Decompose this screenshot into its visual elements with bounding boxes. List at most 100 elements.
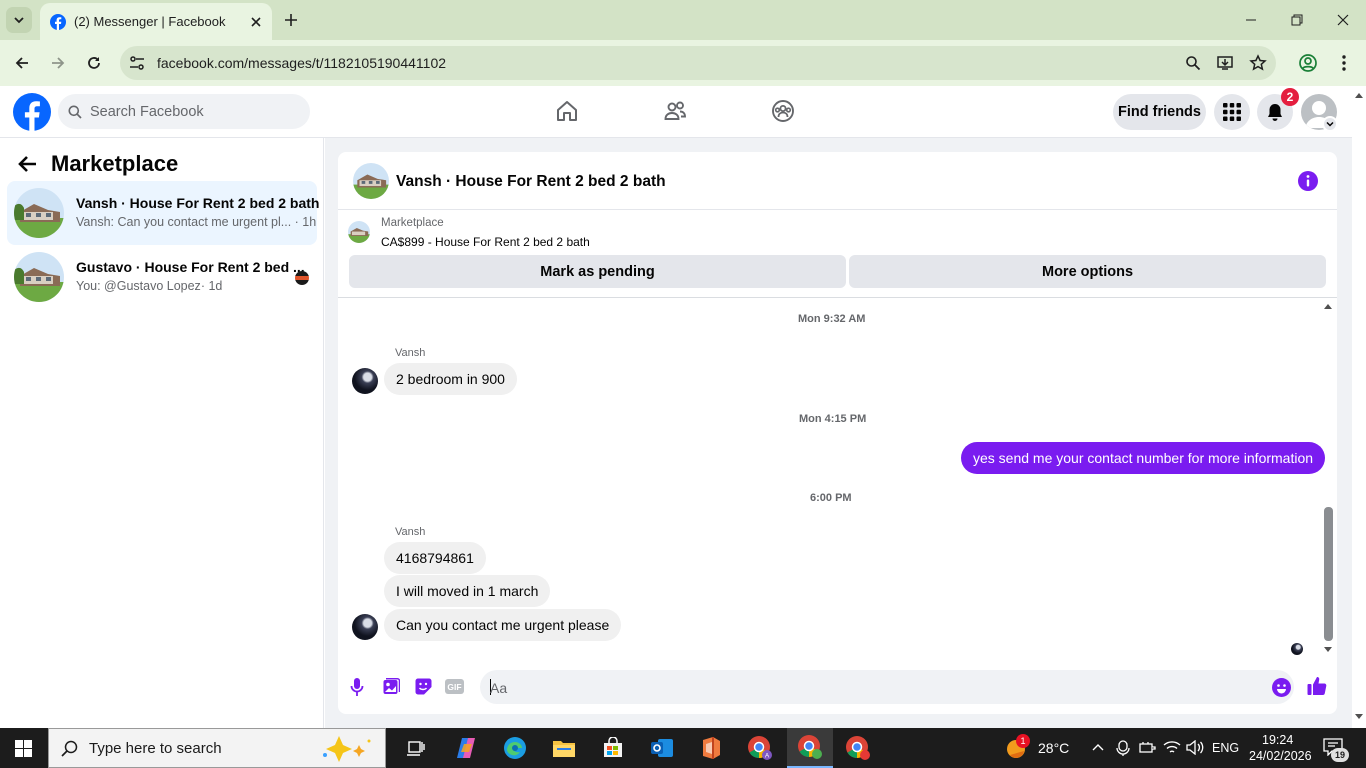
new-tab-button[interactable]: [282, 11, 300, 29]
my-message-bubble[interactable]: yes send me your contact number for more…: [961, 442, 1326, 474]
weather-temperature[interactable]: 28°C: [1038, 740, 1069, 756]
facebook-logo[interactable]: [13, 93, 51, 131]
search-icon: [61, 740, 78, 757]
minimize-button[interactable]: [1228, 0, 1274, 40]
volume-icon[interactable]: [1186, 740, 1204, 755]
taskbar-app-copilot[interactable]: [450, 732, 482, 764]
zoom-icon[interactable]: [1185, 55, 1201, 71]
find-friends-button[interactable]: Find friends: [1113, 94, 1206, 130]
message-sender: Vansh: [395, 526, 426, 538]
minimize-icon: [1246, 19, 1256, 21]
install-app-icon[interactable]: [1216, 54, 1234, 72]
conversation-item-vansh[interactable]: Vansh · House For Rent 2 bed 2 bath Vans…: [7, 181, 319, 245]
conversation-item-gustavo[interactable]: Gustavo · House For Rent 2 bed ... You: …: [7, 245, 317, 309]
nav-friends[interactable]: [660, 96, 690, 126]
friends-icon: [664, 101, 686, 120]
clock-time[interactable]: 19:24: [1262, 733, 1293, 747]
wifi-icon[interactable]: [1163, 740, 1181, 755]
message-input[interactable]: Aa: [480, 670, 1294, 704]
more-options-button[interactable]: More options: [849, 255, 1326, 288]
scroll-up-icon[interactable]: [1355, 92, 1363, 98]
language-indicator[interactable]: ENG: [1212, 741, 1239, 755]
close-tab-icon[interactable]: [250, 16, 262, 28]
taskbar-app-chrome-profile-c[interactable]: [842, 732, 874, 764]
bookmark-star-icon[interactable]: [1249, 54, 1267, 72]
conversation-info-button[interactable]: [1298, 171, 1318, 191]
sidebar-title: Marketplace: [51, 151, 179, 176]
chrome-icon: [798, 735, 822, 759]
arrow-left-icon: [18, 156, 36, 172]
taskbar-app-chrome-profile-a[interactable]: A: [744, 732, 776, 764]
start-button[interactable]: [15, 740, 32, 757]
page-scrollbar[interactable]: [1352, 86, 1366, 728]
taskbar-app-office[interactable]: [695, 732, 727, 764]
tab-title: (2) Messenger | Facebook: [74, 14, 226, 29]
store-icon: [604, 737, 622, 757]
chat-scrollbar-thumb[interactable]: [1324, 507, 1333, 641]
emoji-icon[interactable]: [1272, 678, 1291, 697]
scroll-down-icon[interactable]: [1355, 714, 1363, 720]
back-button[interactable]: [8, 49, 36, 77]
taskbar-app-edge[interactable]: [499, 732, 531, 764]
attach-media-button[interactable]: [383, 678, 400, 695]
search-placeholder: Search Facebook: [90, 104, 204, 120]
scroll-up-icon[interactable]: [1323, 302, 1333, 310]
taskbar-app-outlook[interactable]: [646, 732, 678, 764]
listing-thumbnail: [14, 252, 64, 302]
nav-groups[interactable]: [768, 96, 798, 126]
restore-icon: [1291, 14, 1303, 26]
restore-button[interactable]: [1274, 0, 1320, 40]
taskbar-search[interactable]: Type here to search: [48, 728, 386, 768]
mark-as-pending-button[interactable]: Mark as pending: [349, 255, 846, 288]
message-bubble[interactable]: 2 bedroom in 900: [384, 363, 517, 395]
listing-thumbnail: [14, 188, 64, 238]
gif-button[interactable]: GIF: [445, 679, 464, 694]
message-timestamp: Mon 9:32 AM: [798, 313, 866, 325]
browser-menu-button[interactable]: [1330, 49, 1358, 77]
taskbar-search-placeholder: Type here to search: [89, 740, 222, 757]
marketplace-sidebar: Marketplace Vansh · House For Rent 2 bed…: [0, 138, 324, 728]
back-button[interactable]: [17, 153, 39, 175]
taskbar-app-chrome-active[interactable]: [787, 728, 833, 768]
edge-icon: [504, 737, 526, 759]
sticker-button[interactable]: [415, 678, 432, 695]
message-timestamp: 6:00 PM: [810, 492, 852, 504]
like-button[interactable]: [1307, 676, 1327, 696]
message-bubble[interactable]: I will moved in 1 march: [384, 575, 551, 607]
clock-date[interactable]: 24/02/2026: [1249, 749, 1312, 763]
message-bubble[interactable]: 4168794861: [384, 542, 486, 574]
nav-home[interactable]: [552, 96, 582, 126]
battery-plug-icon[interactable]: [1139, 741, 1157, 754]
account-dropdown[interactable]: [1322, 116, 1338, 132]
show-hidden-icons-icon[interactable]: [1092, 743, 1104, 751]
conversation-preview-text: You: @Gustavo Lopez: [76, 279, 201, 293]
profile-button[interactable]: [1294, 49, 1322, 77]
message-bubble[interactable]: Can you contact me urgent please: [384, 609, 622, 641]
close-icon: [1337, 14, 1349, 26]
address-bar[interactable]: facebook.com/messages/t/1182105190441102: [120, 46, 1276, 80]
sender-avatar[interactable]: [352, 368, 378, 394]
reload-button[interactable]: [80, 49, 108, 77]
chat-title[interactable]: Vansh · House For Rent 2 bed 2 bath: [396, 173, 666, 191]
browser-tab[interactable]: (2) Messenger | Facebook: [40, 3, 272, 40]
profile-icon: [1299, 54, 1317, 72]
listing-price-title[interactable]: CA$899 - House For Rent 2 bed 2 bath: [381, 235, 590, 249]
tab-search-button[interactable]: [6, 7, 32, 33]
taskbar-app-file-explorer[interactable]: [548, 732, 580, 764]
image-icon: [383, 678, 400, 694]
sender-avatar[interactable]: [352, 614, 378, 640]
chrome-icon: A: [748, 736, 772, 760]
site-settings-icon[interactable]: [129, 55, 145, 71]
facebook-search[interactable]: Search Facebook: [58, 94, 310, 129]
meet-now-icon[interactable]: [1116, 740, 1130, 756]
task-view-button[interactable]: [400, 732, 432, 764]
conversation-preview: Vansh: Can you contact me urgent pl... ·…: [76, 215, 316, 229]
taskbar-app-store[interactable]: [597, 732, 629, 764]
close-window-button[interactable]: [1320, 0, 1366, 40]
scroll-down-icon[interactable]: [1323, 646, 1333, 654]
forward-button[interactable]: [44, 49, 72, 77]
voice-clip-button[interactable]: [350, 678, 364, 696]
svg-text:A: A: [765, 753, 770, 760]
chat-listing-avatar[interactable]: [353, 163, 389, 199]
menu-button[interactable]: [1214, 94, 1250, 130]
